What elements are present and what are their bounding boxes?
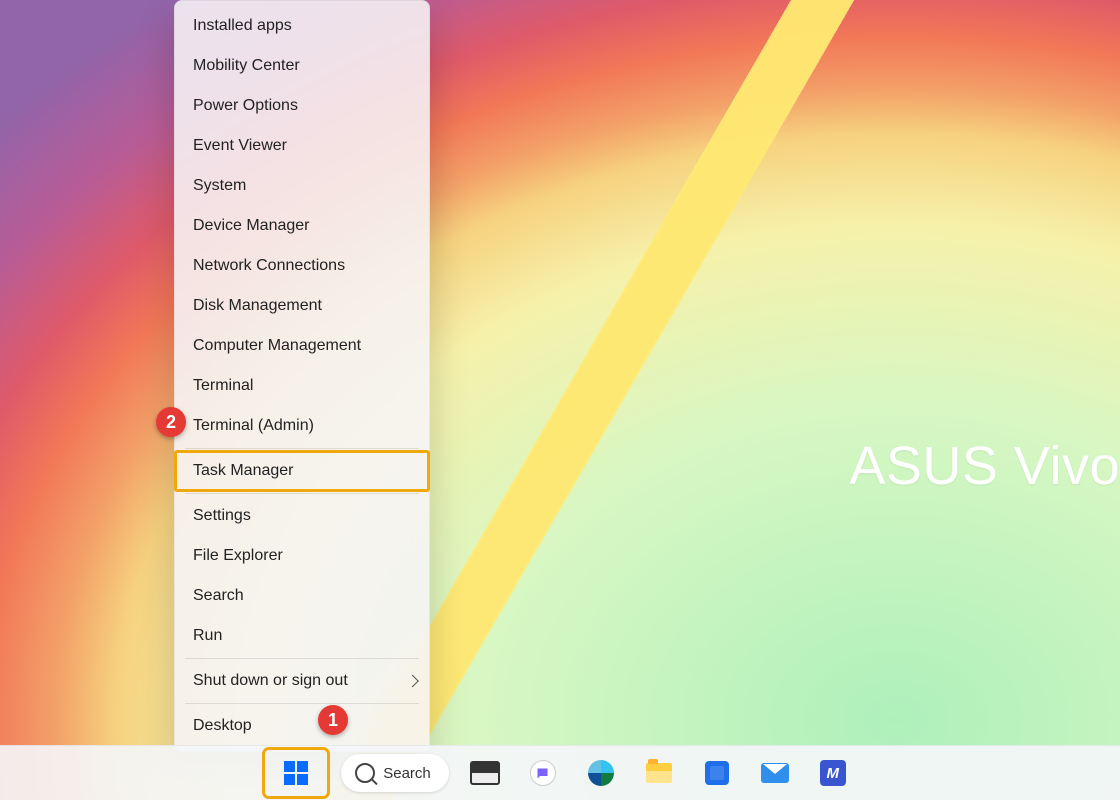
menu-item-label: Settings bbox=[193, 507, 251, 525]
taskbar-myasus[interactable]: M bbox=[811, 751, 855, 795]
menu-item-label: File Explorer bbox=[193, 547, 283, 565]
mail-icon bbox=[761, 763, 789, 783]
search-icon bbox=[355, 763, 375, 783]
menu-separator bbox=[185, 658, 419, 659]
edge-icon bbox=[588, 760, 614, 786]
winx-context-menu: Installed apps Mobility Center Power Opt… bbox=[174, 0, 430, 752]
menu-item-system[interactable]: System bbox=[175, 166, 429, 206]
windows-logo-icon bbox=[284, 761, 308, 785]
menu-item-installed-apps[interactable]: Installed apps bbox=[175, 6, 429, 46]
chevron-right-icon bbox=[406, 675, 419, 688]
menu-item-shut-down-or-sign-out[interactable]: Shut down or sign out bbox=[175, 661, 429, 701]
menu-item-event-viewer[interactable]: Event Viewer bbox=[175, 126, 429, 166]
menu-item-label: Computer Management bbox=[193, 337, 361, 355]
taskbar-mail[interactable] bbox=[753, 751, 797, 795]
menu-separator bbox=[185, 703, 419, 704]
annotation-badge-2: 2 bbox=[156, 407, 186, 437]
menu-item-label: Power Options bbox=[193, 97, 298, 115]
menu-item-network-connections[interactable]: Network Connections bbox=[175, 246, 429, 286]
taskbar-task-view[interactable] bbox=[463, 751, 507, 795]
menu-item-run[interactable]: Run bbox=[175, 616, 429, 656]
myasus-icon: M bbox=[820, 760, 846, 786]
annotation-badge-1: 1 bbox=[318, 705, 348, 735]
menu-separator bbox=[185, 448, 419, 449]
taskbar-edge[interactable] bbox=[579, 751, 623, 795]
menu-item-task-manager[interactable]: Task Manager bbox=[175, 451, 429, 491]
menu-item-terminal[interactable]: Terminal bbox=[175, 366, 429, 406]
menu-item-label: Task Manager bbox=[193, 462, 294, 480]
taskbar-chat[interactable] bbox=[521, 751, 565, 795]
menu-item-settings[interactable]: Settings bbox=[175, 496, 429, 536]
menu-item-label: Shut down or sign out bbox=[193, 672, 348, 690]
menu-item-power-options[interactable]: Power Options bbox=[175, 86, 429, 126]
menu-item-label: Terminal (Admin) bbox=[193, 417, 314, 435]
menu-item-file-explorer[interactable]: File Explorer bbox=[175, 536, 429, 576]
taskbar-file-explorer[interactable] bbox=[637, 751, 681, 795]
task-view-icon bbox=[470, 761, 500, 785]
menu-item-computer-management[interactable]: Computer Management bbox=[175, 326, 429, 366]
start-button[interactable] bbox=[265, 750, 327, 796]
menu-item-label: Disk Management bbox=[193, 297, 322, 315]
chat-icon bbox=[530, 760, 556, 786]
menu-item-terminal-admin[interactable]: Terminal (Admin) bbox=[175, 406, 429, 446]
menu-item-search[interactable]: Search bbox=[175, 576, 429, 616]
menu-separator bbox=[185, 493, 419, 494]
menu-item-label: Terminal bbox=[193, 377, 253, 395]
menu-item-label: Installed apps bbox=[193, 17, 292, 35]
taskbar: Search M bbox=[0, 745, 1120, 800]
menu-item-disk-management[interactable]: Disk Management bbox=[175, 286, 429, 326]
menu-item-label: Search bbox=[193, 587, 244, 605]
microsoft-store-icon bbox=[705, 761, 729, 785]
menu-item-label: Event Viewer bbox=[193, 137, 287, 155]
desktop-wallpaper bbox=[0, 0, 1120, 800]
menu-item-mobility-center[interactable]: Mobility Center bbox=[175, 46, 429, 86]
menu-item-label: Device Manager bbox=[193, 217, 310, 235]
menu-item-label: System bbox=[193, 177, 246, 195]
menu-item-label: Desktop bbox=[193, 717, 252, 735]
menu-item-desktop[interactable]: Desktop bbox=[175, 706, 429, 746]
menu-item-label: Mobility Center bbox=[193, 57, 300, 75]
search-placeholder: Search bbox=[383, 765, 431, 782]
menu-item-label: Network Connections bbox=[193, 257, 345, 275]
taskbar-search[interactable]: Search bbox=[341, 754, 449, 792]
file-explorer-icon bbox=[646, 763, 672, 783]
menu-item-device-manager[interactable]: Device Manager bbox=[175, 206, 429, 246]
taskbar-microsoft-store[interactable] bbox=[695, 751, 739, 795]
menu-item-label: Run bbox=[193, 627, 222, 645]
